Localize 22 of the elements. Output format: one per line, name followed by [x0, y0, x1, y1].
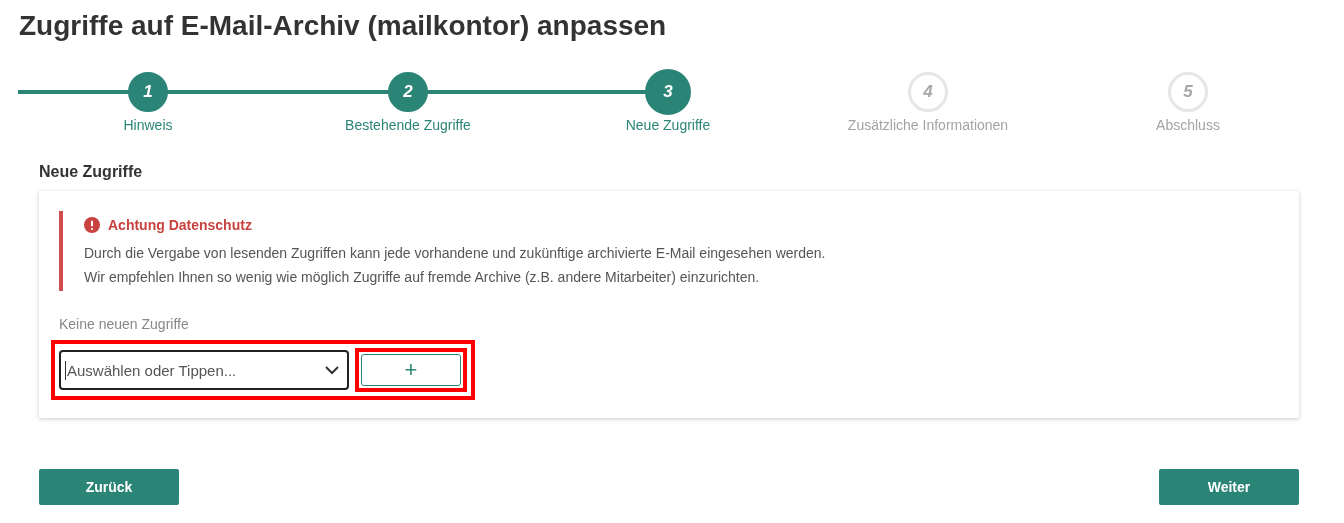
empty-message: Keine neuen Zugriffe: [59, 316, 190, 332]
step-number: 3: [645, 69, 691, 115]
step-label: Hinweis: [123, 117, 173, 133]
step-number: 4: [908, 72, 948, 112]
back-button[interactable]: Zurück: [39, 469, 179, 505]
page-title: Zugriffe auf E-Mail-Archiv (mailkontor) anpassen: [19, 9, 668, 43]
step-number: 1: [128, 72, 168, 112]
chevron-down-icon: [325, 365, 339, 375]
section-title: Neue Zugriffe: [39, 163, 144, 181]
step-number: 2: [388, 72, 428, 112]
step-number: 5: [1168, 72, 1208, 112]
step-label: Neue Zugriffe: [625, 117, 711, 133]
next-button[interactable]: Weiter: [1159, 469, 1299, 505]
step-label: Bestehende Zugriffe: [345, 117, 471, 133]
alert-text: Durch die Vergabe von lesenden Zugriffen kann jede vorhandene und zukünftige archivierte E-Mail eingesehen werden.: [84, 245, 827, 261]
alert-icon: [84, 217, 100, 233]
step-label: Zusätzliche Informationen: [847, 117, 1009, 133]
select-field[interactable]: Auswählen oder Tippen...: [59, 350, 349, 390]
alert-title: Achtung Datenschutz: [108, 217, 252, 233]
add-button[interactable]: +: [361, 354, 461, 386]
step-label: Abschluss: [1156, 117, 1220, 133]
alert-text: Wir empfehlen Ihnen so wenig wie möglich Zugriffe auf fremde Archive (z.B. andere Mitarbeiter) einzurichten.: [84, 269, 761, 285]
